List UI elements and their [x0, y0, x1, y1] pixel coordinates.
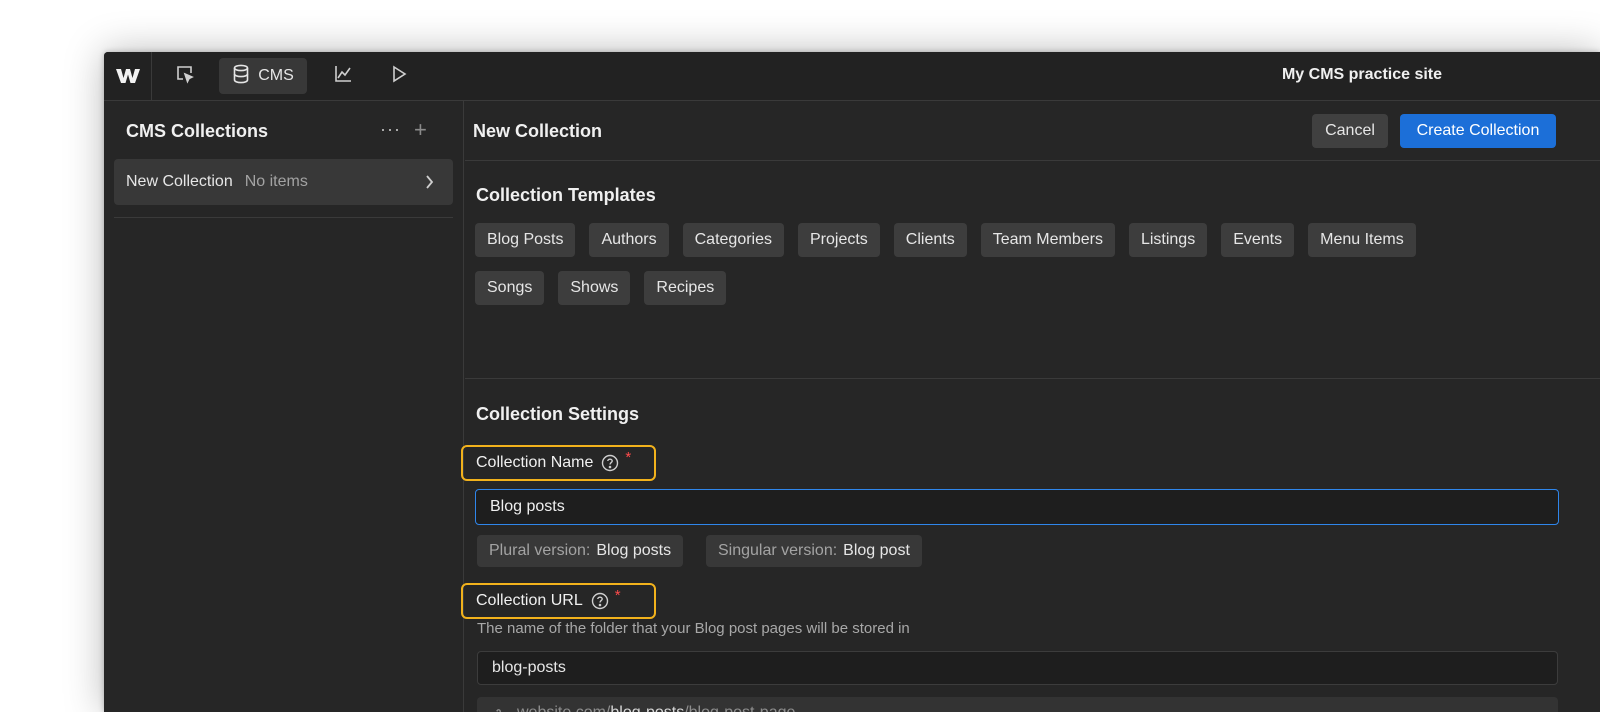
template-chip-categories[interactable]: Categories: [682, 223, 784, 257]
settings-section-title: Collection Settings: [476, 404, 640, 424]
collection-item-count: No items: [244, 173, 308, 190]
collection-url-description: The name of the folder that your Blog po…: [477, 620, 910, 637]
new-collection-panel: New Collection Cancel Create Collection …: [461, 101, 1600, 712]
plural-version-value: Blog posts: [596, 542, 672, 559]
template-chip-shows[interactable]: Shows: [558, 271, 631, 305]
template-chip-recipes[interactable]: Recipes: [644, 271, 727, 305]
play-icon: [390, 64, 408, 89]
panel-title: New Collection: [473, 121, 603, 141]
add-collection-icon[interactable]: +: [414, 117, 427, 143]
collection-url-input[interactable]: [477, 651, 1558, 685]
template-chip-listings[interactable]: Listings: [1128, 223, 1208, 257]
selector-tool-button[interactable]: [164, 58, 206, 94]
help-icon[interactable]: [591, 592, 609, 610]
template-chip-menu-items[interactable]: Menu Items: [1308, 223, 1416, 257]
selector-icon: [175, 64, 195, 89]
database-icon: [232, 64, 250, 89]
url-preview: website.com/blog-posts/blog-post-page: [477, 697, 1558, 712]
top-bar: CMS My CMS practice site: [104, 52, 1600, 101]
template-chip-team-members[interactable]: Team Members: [980, 223, 1115, 257]
template-chip-projects[interactable]: Projects: [798, 223, 880, 257]
template-chip-songs[interactable]: Songs: [475, 271, 545, 305]
preview-tool-button[interactable]: [378, 58, 420, 94]
link-icon: [491, 707, 503, 712]
collection-name-label-text: Collection Name: [476, 454, 594, 471]
section-divider: [465, 378, 1600, 379]
cancel-button[interactable]: Cancel: [1312, 114, 1388, 148]
cms-collections-sidebar: CMS Collections ··· + New Collection No …: [104, 101, 464, 712]
chevron-right-icon: [421, 173, 437, 196]
singular-version-key: Singular version:: [718, 542, 838, 559]
create-collection-button[interactable]: Create Collection: [1400, 114, 1556, 148]
sidebar-item-new-collection[interactable]: New Collection No items: [114, 159, 453, 205]
cms-tool-button[interactable]: CMS: [219, 58, 307, 94]
webflow-logo-icon[interactable]: [104, 52, 152, 100]
collection-url-label: Collection URL *: [461, 583, 656, 619]
plural-version-key: Plural version:: [489, 542, 591, 559]
sidebar-title: CMS Collections: [126, 121, 269, 141]
template-chip-blog-posts[interactable]: Blog Posts: [475, 223, 576, 257]
collection-name-label: Collection Name *: [461, 445, 656, 481]
site-title: My CMS practice site: [1281, 66, 1443, 83]
template-chip-clients[interactable]: Clients: [893, 223, 967, 257]
required-marker: *: [625, 448, 632, 466]
sidebar-divider: [114, 217, 453, 218]
analytics-tool-button[interactable]: [322, 58, 364, 94]
template-list: Blog Posts Authors Categories Projects Clien…: [475, 223, 1535, 319]
collection-name: New Collection: [126, 173, 233, 190]
template-chip-authors[interactable]: Authors: [589, 223, 669, 257]
template-chip-events[interactable]: Events: [1221, 223, 1295, 257]
required-marker: *: [614, 586, 621, 604]
analytics-icon: [333, 64, 353, 89]
cms-label: CMS: [258, 67, 294, 84]
panel-header: New Collection Cancel Create Collection: [465, 101, 1600, 161]
url-preview-slug: blog-posts: [610, 704, 684, 712]
plural-version-chip[interactable]: Plural version: Blog posts: [477, 535, 684, 567]
collection-name-input[interactable]: [475, 489, 1559, 525]
url-preview-page: /blog-post-page: [684, 704, 795, 712]
help-icon[interactable]: [601, 454, 619, 472]
templates-section-title: Collection Templates: [476, 185, 656, 205]
singular-version-chip[interactable]: Singular version: Blog post: [706, 535, 922, 567]
app-window: CMS My CMS practice site CMS Collections…: [104, 52, 1600, 712]
collection-url-label-text: Collection URL: [476, 592, 583, 609]
singular-version-value: Blog post: [843, 542, 910, 559]
url-preview-domain: website.com/: [517, 704, 610, 712]
more-options-icon[interactable]: ···: [380, 119, 401, 140]
